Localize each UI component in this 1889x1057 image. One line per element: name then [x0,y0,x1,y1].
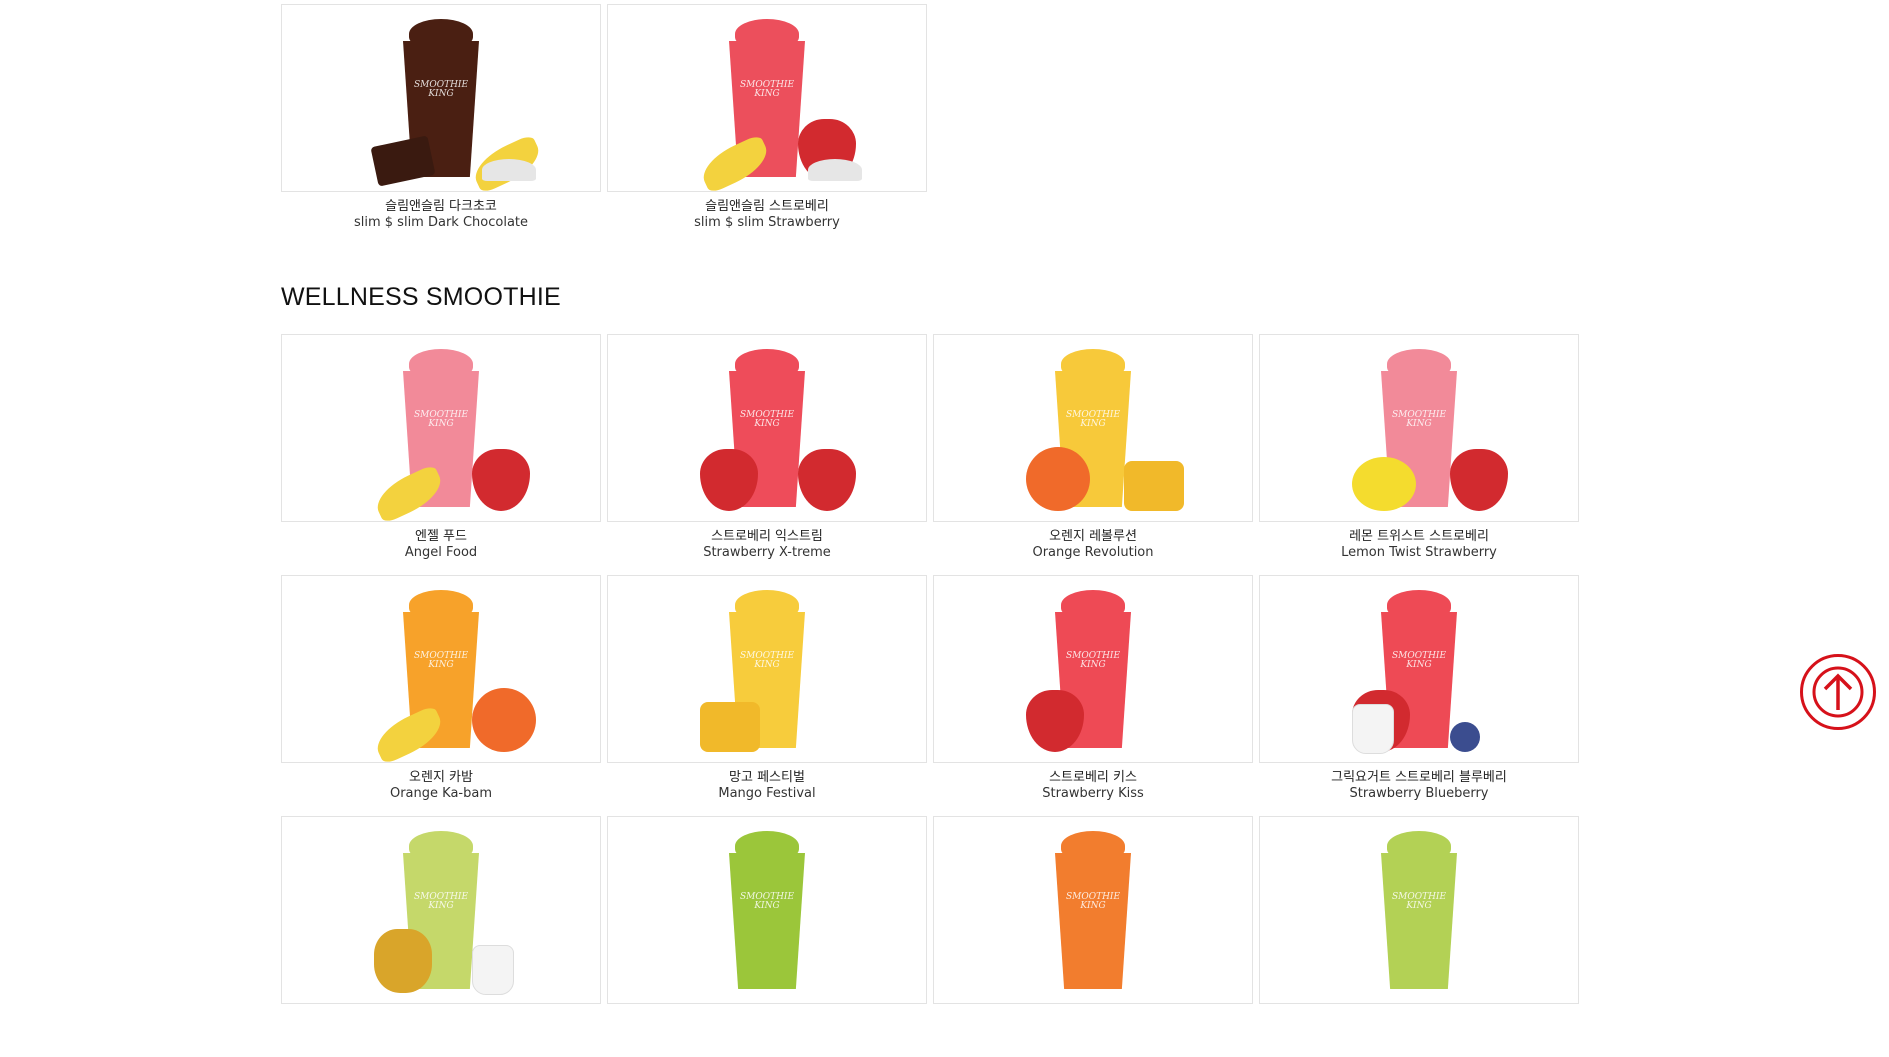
product-card[interactable]: SMOOTHIE KING [933,816,1253,1057]
product-card[interactable]: SMOOTHIE KING 슬림앤슬림 스트로베리 slim $ slim Stra… [607,4,927,245]
product-name-ko: 오렌지 카밤 [409,770,473,785]
product-name-ko: 그릭요거트 스트로베리 블루베리 [1331,770,1507,785]
product-image[interactable]: SMOOTHIE KING [281,334,601,522]
product-image[interactable]: SMOOTHIE KING [933,334,1253,522]
product-card[interactable]: SMOOTHIE KING 스트로베리 익스트림 Strawberry X-trem… [607,334,927,575]
product-card[interactable]: SMOOTHIE KING 엔젤 푸드 Angel Food [281,334,601,575]
product-image[interactable]: SMOOTHIE KING [281,4,601,192]
product-name-en: Mango Festival [718,786,816,801]
lemon-image [1352,457,1416,511]
product-card[interactable]: SMOOTHIE KING 그릭요거트 스트로베리 블루베리 Strawberry … [1259,575,1579,816]
product-card[interactable]: SMOOTHIE KING [1259,816,1579,1057]
product-name-en: Strawberry Blueberry [1349,786,1489,801]
cup-logo: SMOOTHIE KING [413,651,469,670]
product-image[interactable]: SMOOTHIE KING [281,816,601,1004]
arrow-up-circle-icon [1812,666,1864,718]
product-caption[interactable]: 스트로베리 키스 Strawberry Kiss [933,770,1253,802]
cup-logo: SMOOTHIE KING [1391,410,1447,429]
top-product-grid: SMOOTHIE KING 슬림앤슬림 다크초코 slim $ slim Dark … [281,4,1579,245]
cup-logo: SMOOTHIE KING [739,892,795,911]
cup-logo: SMOOTHIE KING [739,651,795,670]
blueberry-image [1450,722,1480,752]
smoothie-cup-image: SMOOTHIE KING [1381,831,1457,991]
product-name-ko: 오렌지 레볼루션 [1049,529,1137,544]
product-name-en: Lemon Twist Strawberry [1341,545,1497,560]
mango-image [1124,461,1184,511]
product-image[interactable]: SMOOTHIE KING [281,575,601,763]
pitcher-image [472,945,514,995]
product-image[interactable]: SMOOTHIE KING [1259,816,1579,1004]
smoothie-cup-image: SMOOTHIE KING [1055,831,1131,991]
product-card[interactable]: SMOOTHIE KING [281,816,601,1057]
powder-image [482,159,536,181]
product-caption[interactable]: 오렌지 레볼루션 Orange Revolution [933,529,1253,561]
product-image[interactable]: SMOOTHIE KING [933,575,1253,763]
cup-logo: SMOOTHIE KING [1391,651,1447,670]
product-caption[interactable]: 오렌지 카밤 Orange Ka-bam [281,770,601,802]
product-image[interactable]: SMOOTHIE KING [607,575,927,763]
product-caption[interactable]: 그릭요거트 스트로베리 블루베리 Strawberry Blueberry [1259,770,1579,802]
cup-logo: SMOOTHIE KING [1065,892,1121,911]
product-name-en: slim $ slim Dark Chocolate [353,215,528,230]
product-caption[interactable]: 엔젤 푸드 Angel Food [281,529,601,561]
product-card[interactable]: SMOOTHIE KING 망고 페스티벌 Mango Festival [607,575,927,816]
product-card[interactable]: SMOOTHIE KING 오렌지 레볼루션 Orange Revolution [933,334,1253,575]
product-card[interactable]: SMOOTHIE KING 슬림앤슬림 다크초코 slim $ slim Dark … [281,4,601,245]
orange-image [472,688,536,752]
cup-body [1055,853,1131,989]
product-card[interactable]: SMOOTHIE KING 스트로베리 키스 Strawberry Kiss [933,575,1253,816]
product-card[interactable]: SMOOTHIE KING [607,816,927,1057]
cup-logo: SMOOTHIE KING [413,410,469,429]
section-title-wellness: WELLNESS SMOOTHIE [281,283,561,311]
pineapple-image [374,929,432,993]
mango-image [700,702,760,752]
strawberry-image [798,449,856,511]
product-name-ko: 스트로베리 키스 [1049,770,1137,785]
product-image[interactable]: SMOOTHIE KING [1259,575,1579,763]
product-image[interactable]: SMOOTHIE KING [607,334,927,522]
product-card[interactable]: SMOOTHIE KING 오렌지 카밤 Orange Ka-bam [281,575,601,816]
cup-logo: SMOOTHIE KING [1065,410,1121,429]
cup-logo: SMOOTHIE KING [739,80,795,99]
product-caption[interactable]: 레몬 트위스트 스트로베리 Lemon Twist Strawberry [1259,529,1579,561]
wellness-product-grid: SMOOTHIE KING 엔젤 푸드 Angel Food SMOOTHIE KIN… [281,334,1579,1057]
product-name-ko: 슬림앤슬림 다크초코 [385,199,497,214]
product-name-ko: 슬림앤슬림 스트로베리 [705,199,829,214]
cup-logo: SMOOTHIE KING [1391,892,1447,911]
product-caption[interactable]: 슬림앤슬림 다크초코 slim $ slim Dark Chocolate [281,199,601,231]
product-image[interactable]: SMOOTHIE KING [607,4,927,192]
product-name-en: Angel Food [404,545,478,560]
cup-logo: SMOOTHIE KING [1065,651,1121,670]
scroll-to-top-button[interactable] [1800,654,1876,730]
product-name-ko: 망고 페스티벌 [729,770,805,785]
product-caption[interactable]: 스트로베리 익스트림 Strawberry X-treme [607,529,927,561]
product-image[interactable]: SMOOTHIE KING [933,816,1253,1004]
product-image[interactable]: SMOOTHIE KING [1259,334,1579,522]
powder-image [808,159,862,181]
product-name-en: Orange Revolution [1032,545,1154,560]
product-image[interactable]: SMOOTHIE KING [607,816,927,1004]
product-name-en: slim $ slim Strawberry [694,215,840,230]
cup-body [1381,853,1457,989]
product-name-en: Orange Ka-bam [389,786,492,801]
strawberry-image [472,449,530,511]
cup-body [729,853,805,989]
cup-logo: SMOOTHIE KING [739,410,795,429]
product-name-en: Strawberry Kiss [1042,786,1144,801]
product-name-ko: 엔젤 푸드 [415,529,467,544]
strawberry-image [1450,449,1508,511]
orange-image [1026,447,1090,511]
cup-logo: SMOOTHIE KING [413,892,469,911]
product-card[interactable]: SMOOTHIE KING 레몬 트위스트 스트로베리 Lemon Twist St… [1259,334,1579,575]
pitcher-image [1352,704,1394,754]
product-caption[interactable]: 망고 페스티벌 Mango Festival [607,770,927,802]
cup-logo: SMOOTHIE KING [413,80,469,99]
product-name-ko: 스트로베리 익스트림 [711,529,823,544]
smoothie-cup-image: SMOOTHIE KING [729,831,805,991]
product-caption[interactable]: 슬림앤슬림 스트로베리 slim $ slim Strawberry [607,199,927,231]
product-name-ko: 레몬 트위스트 스트로베리 [1349,529,1489,544]
product-name-en: Strawberry X-treme [703,545,831,560]
